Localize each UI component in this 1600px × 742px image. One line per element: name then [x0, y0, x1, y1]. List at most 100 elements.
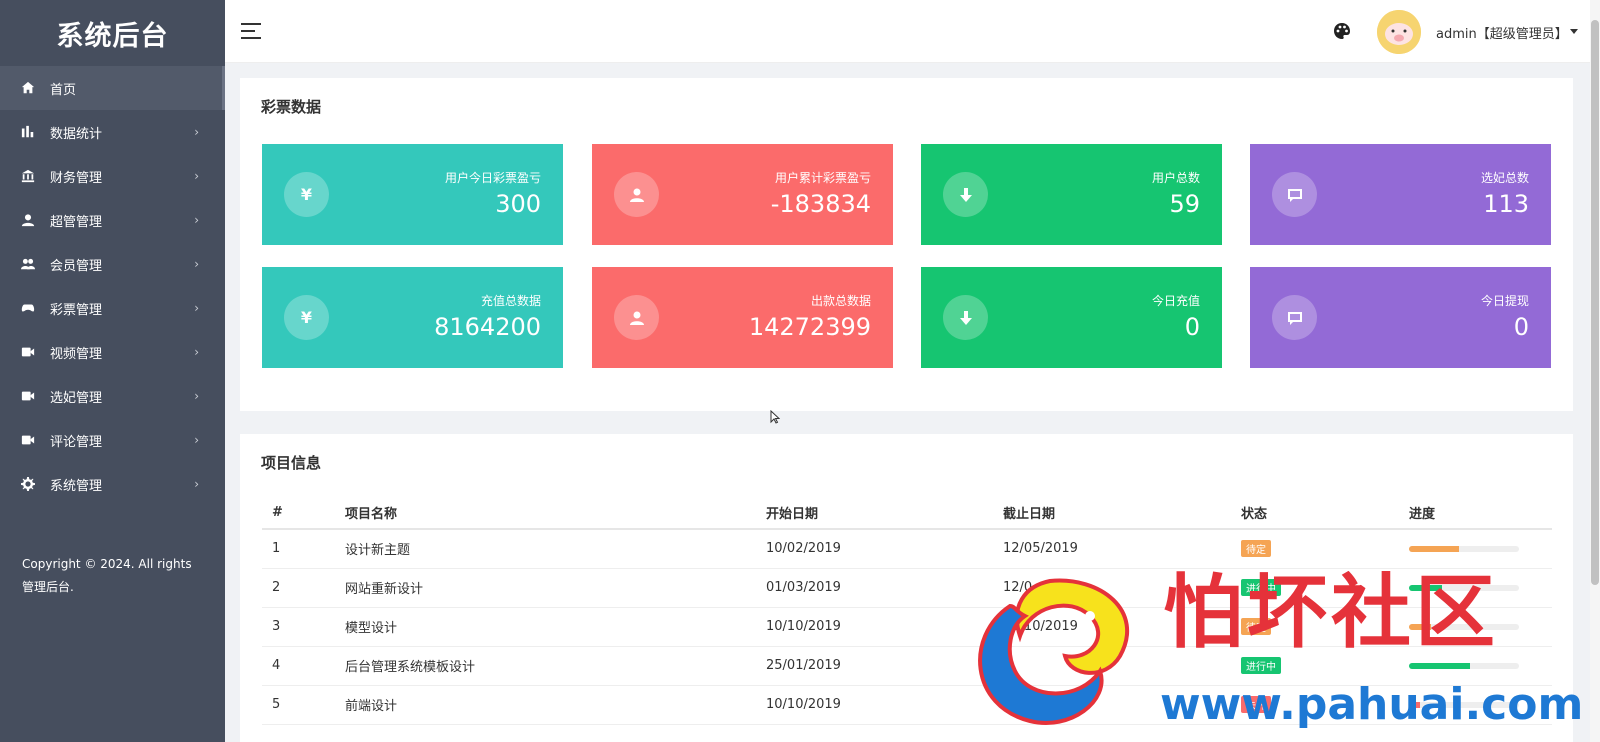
sidebar-item-label: 选妃管理 — [50, 390, 103, 406]
stat-card: 出款总数据 14272399 — [592, 267, 893, 368]
progress-bar — [1409, 662, 1519, 669]
table-cell-name: 设计新主题 — [335, 529, 756, 569]
brand-title: 系统后台 — [56, 20, 169, 52]
caret-down-icon[interactable] — [1570, 29, 1578, 34]
table-cell-no: 5 — [262, 685, 335, 725]
stat-label: 用户累计彩票盈亏 — [774, 171, 871, 185]
user-icon — [614, 295, 659, 340]
stat-card: 今日提现 0 — [1250, 267, 1551, 368]
table-cell-end: 12/05/2019 — [993, 529, 1231, 569]
video-icon — [20, 344, 36, 360]
sidebar-item-label: 彩票管理 — [50, 302, 103, 318]
sidebar-item-label: 数据统计 — [50, 126, 103, 142]
sidebar-item-label: 财务管理 — [50, 170, 103, 186]
bank-icon — [20, 168, 36, 184]
gear-icon — [20, 476, 36, 492]
bar-chart-icon — [20, 124, 36, 140]
stat-value: 14272399 — [748, 313, 871, 341]
sidebar-item-label: 评论管理 — [50, 434, 103, 450]
chevron-right-icon: › — [194, 213, 199, 227]
stat-card: 今日充值 0 — [921, 267, 1222, 368]
watermark-url: www.pahuai.com — [1160, 679, 1584, 730]
table-cell-start: 10/10/2019 — [756, 607, 993, 647]
sidebar-item-system[interactable]: 系统管理 › — [0, 462, 225, 506]
table-cell-name: 后台管理系统模板设计 — [335, 646, 756, 686]
menu-icon[interactable] — [241, 23, 261, 39]
sidebar-item-lottery[interactable]: 彩票管理 › — [0, 286, 225, 330]
video-icon — [20, 432, 36, 448]
scroll-thumb[interactable] — [1591, 20, 1599, 585]
sidebar-item-home[interactable]: 首页 — [0, 66, 225, 110]
stat-value: 0 — [1513, 313, 1529, 341]
stat-label: 用户今日彩票盈亏 — [444, 171, 541, 185]
table-cell-name: 网站重新设计 — [335, 568, 756, 608]
stat-value: 59 — [1169, 190, 1200, 218]
sidebar-item-label: 超管管理 — [50, 214, 103, 230]
progress-fill — [1409, 545, 1459, 552]
gamepad-icon — [20, 300, 36, 316]
stat-label: 充值总数据 — [480, 294, 541, 308]
table-cell-no: 4 — [262, 646, 335, 686]
sidebar-item-selection[interactable]: 选妃管理 › — [0, 374, 225, 418]
table-cell-no: 3 — [262, 607, 335, 647]
stat-card: 用户累计彩票盈亏 -183834 — [592, 144, 893, 245]
watermark-logo — [978, 578, 1129, 725]
chevron-right-icon: › — [194, 125, 199, 139]
table-cell-name: 前端设计 — [335, 685, 756, 725]
chevron-right-icon: › — [194, 257, 199, 271]
progress-fill — [1409, 662, 1470, 669]
stat-value: -183834 — [770, 190, 871, 218]
sidebar-item-label: 系统管理 — [50, 478, 103, 494]
column-header: 项目名称 — [335, 497, 756, 530]
palette-icon[interactable] — [1333, 22, 1351, 40]
comment-icon — [1272, 295, 1317, 340]
table-row: 1 设计新主题 10/02/2019 12/05/2019 待定 — [262, 529, 1552, 569]
user-icon — [20, 212, 36, 228]
mouse-cursor — [770, 410, 780, 424]
stat-label: 用户总数 — [1151, 171, 1200, 185]
chevron-right-icon: › — [194, 433, 199, 447]
sidebar-item-finance[interactable]: 财务管理 › — [0, 154, 225, 198]
stat-label: 今日提现 — [1480, 294, 1529, 308]
user-name[interactable]: admin【超级管理员】 — [1436, 23, 1568, 42]
top-header: admin【超级管理员】 — [225, 0, 1600, 63]
avatar[interactable] — [1377, 10, 1421, 54]
column-header: # — [262, 497, 335, 530]
column-header: 进度 — [1399, 497, 1552, 530]
status-badge: 进行中 — [1241, 657, 1281, 674]
video-icon — [20, 388, 36, 404]
sidebar-item-video[interactable]: 视频管理 › — [0, 330, 225, 374]
sidebar-item-comments[interactable]: 评论管理 › — [0, 418, 225, 462]
chevron-right-icon: › — [194, 301, 199, 315]
sidebar-item-label: 视频管理 — [50, 346, 103, 362]
column-header: 截止日期 — [993, 497, 1231, 530]
copyright-text: Copyright © 2024. All rights 管理后台. — [22, 557, 192, 594]
stat-value: 0 — [1184, 313, 1200, 341]
table-cell-no: 2 — [262, 568, 335, 608]
sidebar: 系统后台 首页 数据统计 › 财务管理 › 超管管理 › 会员管理 › 彩票管理 — [0, 0, 225, 742]
stat-label: 今日充值 — [1151, 294, 1200, 308]
sidebar-item-stats[interactable]: 数据统计 › — [0, 110, 225, 154]
table-cell-start: 01/03/2019 — [756, 568, 993, 608]
chevron-right-icon: › — [194, 477, 199, 491]
yen-icon: ¥ — [284, 295, 329, 340]
stat-value: 300 — [495, 190, 541, 218]
table-cell-start: 10/10/2019 — [756, 685, 993, 725]
users-icon — [20, 256, 36, 272]
table-cell-status: 待定 — [1231, 529, 1399, 569]
stat-card: ¥ 用户今日彩票盈亏 300 — [262, 144, 563, 245]
sidebar-item-admin[interactable]: 超管管理 › — [0, 198, 225, 242]
stat-card: ¥ 充值总数据 8164200 — [262, 267, 563, 368]
table-header-row: # 项目名称 开始日期 截止日期 状态 进度 — [262, 497, 1552, 530]
sidebar-item-members[interactable]: 会员管理 › — [0, 242, 225, 286]
comment-icon — [1272, 172, 1317, 217]
home-icon — [20, 80, 36, 96]
table-cell-start: 25/01/2019 — [756, 646, 993, 686]
stat-label: 出款总数据 — [810, 294, 871, 308]
sidebar-menu: 首页 数据统计 › 财务管理 › 超管管理 › 会员管理 › 彩票管理 › 视频… — [0, 66, 225, 506]
stat-label: 选妃总数 — [1480, 171, 1529, 185]
table-cell-progress — [1399, 529, 1552, 569]
chevron-right-icon: › — [194, 389, 199, 403]
scrollbar[interactable] — [1590, 0, 1600, 742]
stat-card: 选妃总数 113 — [1250, 144, 1551, 245]
